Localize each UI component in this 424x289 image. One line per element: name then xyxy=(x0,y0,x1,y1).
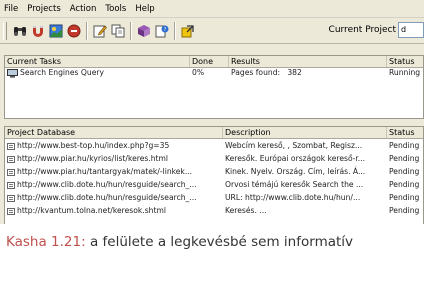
caption-text: a felülete a legkevésbé sem informatív xyxy=(85,234,354,250)
column-header-current-tasks[interactable]: Current Tasks xyxy=(5,56,190,67)
database-description: Webcím kereső, , Szombat, Regisz... xyxy=(225,141,363,150)
database-url-cell: http://www.piar.hu/kyrios/list/keres.htm… xyxy=(5,152,223,165)
menu-help[interactable]: Help xyxy=(135,4,154,14)
cube-icon[interactable] xyxy=(135,22,152,39)
database-status: Pending xyxy=(389,206,420,215)
database-url: http://kvantum.tolna.net/keresok.shtml xyxy=(17,206,166,215)
task-done: 0% xyxy=(192,68,205,77)
column-header-results[interactable]: Results xyxy=(229,56,387,67)
task-name-cell: Search Engines Query xyxy=(5,68,190,79)
database-row[interactable]: http://www.clib.dote.hu/hun/resguide/sea… xyxy=(5,178,423,191)
column-header-done[interactable]: Done xyxy=(190,56,229,67)
image-icon[interactable] xyxy=(47,22,64,39)
link-icon xyxy=(7,194,15,202)
figure-caption: Kasha 1.21: a felülete a legkevésbé sem … xyxy=(6,230,418,254)
toolbar-separator xyxy=(174,22,176,40)
database-url-cell: http://kvantum.tolna.net/keresok.shtml xyxy=(5,204,223,217)
menu-file[interactable]: File xyxy=(4,4,18,14)
link-icon xyxy=(7,155,15,163)
column-header-project-database[interactable]: Project Database xyxy=(5,127,223,138)
database-url: http://www.clib.dote.hu/hun/resguide/sea… xyxy=(17,180,197,189)
database-url-cell: http://www.best-top.hu/index.php?g=35 xyxy=(5,139,223,152)
help-icon[interactable]: ? xyxy=(153,22,170,39)
database-description: Keresők. Európai országok kereső-r... xyxy=(225,154,366,163)
app-window: File Projects Action Tools Help ? Curren… xyxy=(0,0,424,224)
database-row[interactable]: http://kvantum.tolna.net/keresok.shtml Ke… xyxy=(5,204,423,217)
toolbar: ? Current Project d xyxy=(0,19,424,44)
link-icon xyxy=(7,168,15,176)
stop-icon[interactable] xyxy=(65,22,82,39)
magnet-icon[interactable] xyxy=(29,22,46,39)
database-url: http://www.clib.dote.hu/hun/resguide/sea… xyxy=(17,193,197,202)
menu-tools[interactable]: Tools xyxy=(105,4,126,14)
binoculars-icon[interactable] xyxy=(11,22,28,39)
current-project-field[interactable]: d xyxy=(398,22,424,38)
task-status: Running xyxy=(389,68,421,77)
toolbar-separator xyxy=(86,22,88,40)
database-url-cell: http://www.piar.hu/tantargyak/matek/-lin… xyxy=(5,165,223,178)
column-header-status[interactable]: Status xyxy=(387,127,423,138)
column-header-description[interactable]: Description xyxy=(223,127,387,138)
current-tasks-panel: Current Tasks Done Results Status Search… xyxy=(4,55,424,119)
link-icon xyxy=(7,181,15,189)
task-row[interactable]: Search Engines Query 0% Pages found: 382… xyxy=(5,68,423,79)
svg-text:?: ? xyxy=(163,27,166,33)
database-rows: http://www.best-top.hu/index.php?g=35 Web… xyxy=(5,139,423,217)
tasks-header: Current Tasks Done Results Status xyxy=(5,56,423,68)
database-status: Pending xyxy=(389,180,420,189)
copy-icon[interactable] xyxy=(109,22,126,39)
database-url: http://www.best-top.hu/index.php?g=35 xyxy=(17,141,170,150)
database-row[interactable]: http://www.best-top.hu/index.php?g=35 Web… xyxy=(5,139,423,152)
link-icon xyxy=(7,207,15,215)
task-results: Pages found: 382 xyxy=(231,68,302,77)
current-project-label: Current Project xyxy=(328,25,396,35)
database-status: Pending xyxy=(389,141,420,150)
toolbar-separator xyxy=(130,22,132,40)
database-description: Orvosi témájú keresők Search the ... xyxy=(225,180,364,189)
computer-icon xyxy=(7,68,18,78)
database-row[interactable]: http://www.piar.hu/tantargyak/matek/-lin… xyxy=(5,165,423,178)
menu-action[interactable]: Action xyxy=(70,4,97,14)
edit-icon[interactable] xyxy=(91,22,108,39)
toolbar-grip[interactable] xyxy=(3,22,7,40)
database-status: Pending xyxy=(389,193,420,202)
database-url: http://www.piar.hu/tantargyak/matek/-lin… xyxy=(17,167,193,176)
database-url-cell: http://www.clib.dote.hu/hun/resguide/sea… xyxy=(5,191,223,204)
caption-label: Kasha 1.21: xyxy=(6,234,86,250)
task-name: Search Engines Query xyxy=(20,68,104,77)
menu-bar: File Projects Action Tools Help xyxy=(0,0,424,18)
database-header: Project Database Description Status xyxy=(5,127,423,139)
column-header-status[interactable]: Status xyxy=(387,56,423,67)
link-icon xyxy=(7,142,15,150)
database-url: http://www.piar.hu/kyrios/list/keres.htm… xyxy=(17,154,169,163)
database-row[interactable]: http://www.piar.hu/kyrios/list/keres.htm… xyxy=(5,152,423,165)
database-status: Pending xyxy=(389,154,420,163)
database-description: Keresés. ... xyxy=(225,206,267,215)
database-url-cell: http://www.clib.dote.hu/hun/resguide/sea… xyxy=(5,178,223,191)
database-description: URL: http://www.clib.dote.hu/hun/... xyxy=(225,193,361,202)
database-status: Pending xyxy=(389,167,420,176)
export-icon[interactable] xyxy=(179,22,196,39)
database-description: Kinek. Nyelv. Ország. Cím, leírás. Á... xyxy=(225,167,366,176)
project-database-panel: Project Database Description Status http… xyxy=(4,126,424,224)
menu-projects[interactable]: Projects xyxy=(27,4,61,14)
database-row[interactable]: http://www.clib.dote.hu/hun/resguide/sea… xyxy=(5,191,423,204)
